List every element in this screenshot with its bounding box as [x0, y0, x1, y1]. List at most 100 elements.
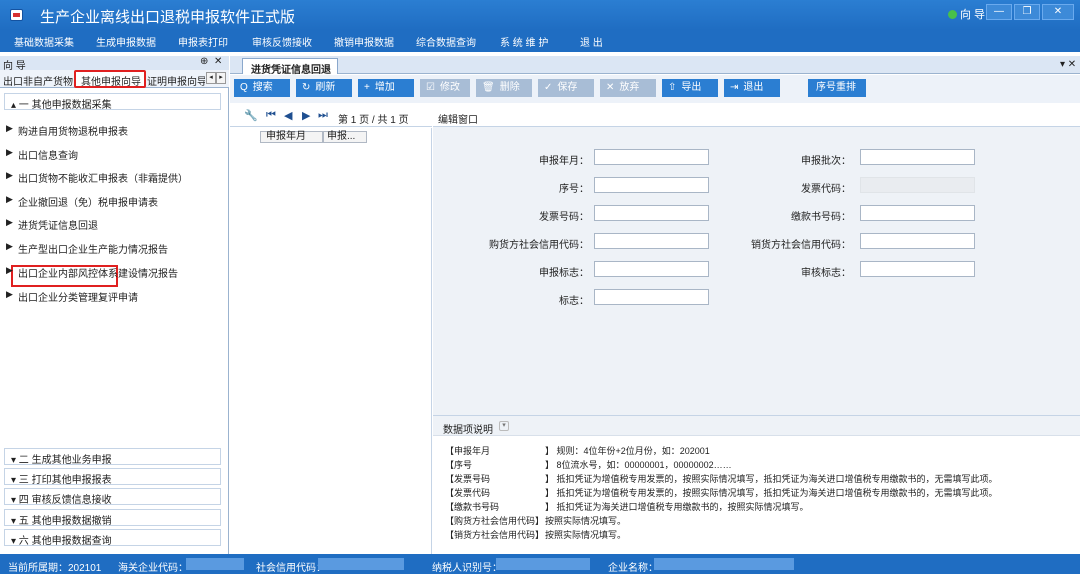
exit-button[interactable]: ⇥ 退出: [724, 79, 780, 97]
menu-query[interactable]: 综合数据查询: [416, 34, 476, 49]
tab-scroll-left-icon[interactable]: ◂: [206, 72, 216, 84]
menu-revoke[interactable]: 撤销申报数据: [334, 34, 394, 49]
tab-scroll-right-icon[interactable]: ▸: [216, 72, 226, 84]
tab-other-declaration[interactable]: 其他申报向导: [74, 70, 146, 88]
next-page-icon[interactable]: ▶: [302, 109, 310, 122]
menu-feedback[interactable]: 审核反馈接收: [252, 34, 312, 49]
tree-arrow-icon: ▶: [6, 147, 13, 157]
menu-bar: 基础数据采集 生成申报数据 申报表打印 审核反馈接收 撤销申报数据 综合数据查询…: [0, 30, 1080, 52]
wizard-button[interactable]: 向 导: [948, 6, 985, 22]
trash-icon: 🗑: [482, 82, 495, 93]
reorder-button[interactable]: 序号重排: [808, 79, 866, 97]
delete-button[interactable]: 🗑 删除: [476, 79, 532, 97]
edit-icon: ☑: [426, 82, 435, 93]
edit-window: 编辑窗口 申报年月： 申报批次： 序号： 发票代码： 发票号码： 缴款书号码： …: [433, 105, 1080, 554]
buyer-credit-code-field[interactable]: [594, 233, 709, 249]
toolbar: Q 搜索 ↻ 刷新 + 增加 ☑ 修改 🗑 删除 ✓ 保存 ✕ 放弃 ⇧ 导出 ⇥ 退出 序号重排: [230, 75, 1080, 103]
tree-item-purchase-voucher-rollback[interactable]: 进货凭证信息回退: [18, 217, 98, 232]
restore-button[interactable]: ❐: [1014, 4, 1040, 20]
description-row: 【发票号码】 抵扣凭证为增值税专用发票的，按照实际情况填写，抵扣凭证为海关进口增…: [445, 474, 998, 484]
discard-button[interactable]: ✕ 放弃: [600, 79, 656, 97]
document-area: 进货凭证信息回退 ▾ ✕ Q 搜索 ↻ 刷新 + 增加 ☑ 修改 🗑 删除 ✓ 保存 ✕ 放弃…: [230, 56, 1080, 554]
description-row: 【申报年月】 规则：4位年份+2位月份，如：202001: [445, 446, 710, 456]
menu-print[interactable]: 申报表打印: [178, 34, 228, 49]
refresh-button[interactable]: ↻ 刷新: [296, 79, 352, 97]
wizard-panel: 向 导 ⊕ ✕ 出口非自产货物 其他申报向导 证明申报向导 ◂ ▸ ▴ 一 其他…: [0, 56, 229, 554]
tree-item-no-remittance[interactable]: 出口货物不能收汇申报表（非霜提供）: [18, 170, 188, 185]
description-row: 【销货方社会信用代码】按照实际情况填写。: [445, 530, 627, 540]
tree-item-purchase-self-use[interactable]: 购进自用货物退税申报表: [18, 123, 128, 138]
prev-page-icon[interactable]: ◀: [284, 109, 292, 122]
tab-purchase-voucher-rollback[interactable]: 进货凭证信息回退: [242, 58, 338, 76]
label-declare-flag: 申报标志：: [539, 268, 589, 279]
description-row: 【序号】 8位流水号，如：00000001，00000002……: [445, 460, 732, 470]
flag-field[interactable]: [594, 289, 709, 305]
tree-arrow-icon: ▶: [6, 265, 13, 275]
search-label: 搜索: [252, 82, 273, 93]
description-header: 数据项说明 ▾: [433, 416, 1080, 436]
tree-item-withdraw-application[interactable]: 企业撤回退（免）税申报申请表: [18, 194, 158, 209]
group-other-data-collection[interactable]: ▴ 一 其他申报数据采集: [4, 93, 221, 111]
last-page-icon[interactable]: ⏭: [318, 109, 328, 122]
wizard-icon: [948, 10, 957, 19]
group-feedback-receive[interactable]: ▾ 四 审核反馈信息接收: [4, 488, 221, 506]
exit-label: 退出: [743, 82, 764, 93]
group-revoke-other[interactable]: ▾ 五 其他申报数据撤销: [4, 509, 221, 527]
first-page-icon[interactable]: ⏮: [266, 109, 276, 122]
menu-exit[interactable]: 退 出: [580, 34, 603, 49]
column-header-declare[interactable]: 申报...: [323, 131, 367, 143]
menu-basic-data[interactable]: 基础数据采集: [14, 34, 74, 49]
export-button[interactable]: ⇧ 导出: [662, 79, 718, 97]
label-seller-credit-code: 销货方社会信用代码：: [751, 240, 851, 251]
tree-item-export-info-query[interactable]: 出口信息查询: [18, 147, 78, 162]
tree-arrow-icon: ▶: [6, 289, 13, 299]
label-invoice-number: 发票号码：: [539, 212, 589, 223]
save-label: 保存: [557, 82, 578, 93]
search-button[interactable]: Q 搜索: [234, 79, 290, 97]
invoice-code-field[interactable]: [860, 177, 975, 193]
close-window-button[interactable]: ✕: [1042, 4, 1074, 20]
edit-window-title: 编辑窗口: [438, 115, 478, 126]
seller-credit-code-field[interactable]: [860, 233, 975, 249]
tab-certificate[interactable]: 证明申报向导: [147, 73, 205, 88]
tree-item-risk-control-report[interactable]: 出口企业内部风控体系建设情况报告: [18, 265, 178, 280]
invoice-number-field[interactable]: [594, 205, 709, 221]
serial-no-field[interactable]: [594, 177, 709, 193]
group-print-other[interactable]: ▾ 三 打印其他申报报表: [4, 468, 221, 486]
minimize-button[interactable]: —: [986, 4, 1012, 20]
declare-month-field[interactable]: [594, 149, 709, 165]
close-document-icon[interactable]: ▾ ✕: [1060, 59, 1076, 70]
collapse-icon[interactable]: ▾: [499, 421, 509, 431]
label-buyer-credit-code: 购货方社会信用代码：: [489, 240, 589, 251]
menu-generate[interactable]: 生成申报数据: [96, 34, 156, 49]
close-panel-icon[interactable]: ✕: [214, 56, 222, 67]
column-header-declare-month[interactable]: 申报年月: [260, 131, 323, 143]
page-indicator: 第 1 页 / 共 1 页: [338, 115, 409, 126]
save-button[interactable]: ✓ 保存: [538, 79, 594, 97]
label-serial-no: 序号：: [559, 184, 589, 195]
data-description-panel: 数据项说明 ▾ 【申报年月】 规则：4位年份+2位月份，如：202001 【序号…: [433, 415, 1080, 554]
group-generate-other[interactable]: ▾ 二 生成其他业务申报: [4, 448, 221, 466]
refresh-label: 刷新: [315, 82, 336, 93]
status-credit-code-label: 社会信用代码：: [256, 563, 326, 574]
edit-button[interactable]: ☑ 修改: [420, 79, 470, 97]
menu-system[interactable]: 系 统 维 护: [500, 34, 548, 49]
exit-icon: ⇥: [730, 82, 739, 93]
review-flag-field[interactable]: [860, 261, 975, 277]
label-declare-month: 申报年月：: [539, 156, 589, 167]
status-taxpayer-id-label: 纳税人识别号：: [432, 563, 502, 574]
status-period: 当前所属期：202101: [8, 563, 102, 574]
tree-item-classification-review[interactable]: 出口企业分类管理复评申请: [18, 289, 138, 304]
declare-flag-field[interactable]: [594, 261, 709, 277]
payment-voucher-no-field[interactable]: [860, 205, 975, 221]
pin-icon[interactable]: ⊕: [200, 56, 208, 67]
discard-label: 放弃: [619, 82, 640, 93]
tab-non-self-produced[interactable]: 出口非自产货物: [3, 73, 73, 88]
wrench-icon[interactable]: 🔧: [244, 109, 258, 122]
document-tabs: 进货凭证信息回退 ▾ ✕: [230, 56, 1080, 76]
group-query-other[interactable]: ▾ 六 其他申报数据查询: [4, 529, 221, 547]
declare-batch-field[interactable]: [860, 149, 975, 165]
tree-item-capacity-report[interactable]: 生产型出口企业生产能力情况报告: [18, 241, 168, 256]
add-button[interactable]: + 增加: [358, 79, 414, 97]
status-company-label: 企业名称：: [608, 563, 658, 574]
